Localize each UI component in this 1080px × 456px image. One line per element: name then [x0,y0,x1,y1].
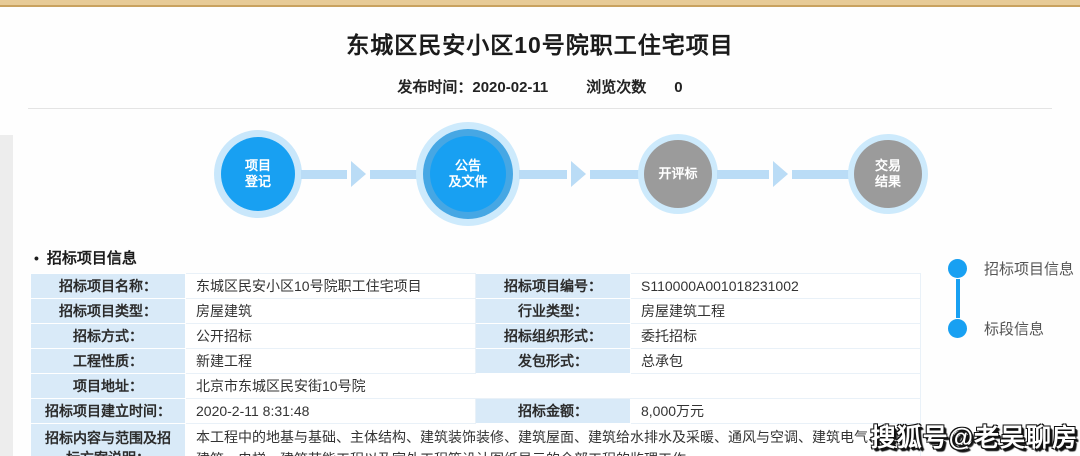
cell-label: 招标项目建立时间： [31,399,186,424]
cell-value: 东城区民安小区10号院职工住宅项目 [186,274,476,299]
cell-label: 招标方式： [31,324,186,349]
anchor-nav: 招标项目信息 标段信息 [948,258,1078,339]
table-row: 招标项目建立时间： 2020-2-11 8:31:48 招标金额： 8,000万… [31,399,921,424]
flow-step-announcement-documents[interactable]: 公告 及文件 [416,122,520,226]
flow-arrow-icon [301,161,418,187]
cell-value: 本工程中的地基与基础、主体结构、建筑装饰装修、建筑屋面、建筑给水排水及采暖、通风… [186,424,921,456]
flow-step-project-registration[interactable]: 项目 登记 [214,130,302,218]
table-row: 项目地址： 北京市东城区民安街10号院 [31,374,921,399]
cell-value: 2020-2-11 8:31:48 [186,399,476,424]
cell-label: 工程性质： [31,349,186,374]
cell-value: 房屋建筑工程 [631,299,921,324]
publish-time-label: 发布时间： [397,79,472,96]
flow-step-label: 开评标 [658,166,697,182]
process-flow: 项目 登记 公告 及文件 开评标 [0,109,1080,239]
tender-project-info-table: 招标项目名称： 东城区民安小区10号院职工住宅项目 招标项目编号： S11000… [30,273,921,456]
flow-step-label: 公告 [455,158,481,174]
anchor-label: 招标项目信息 [984,258,1074,279]
views-count: 0 [674,79,682,96]
flow-step-transaction-result[interactable]: 交易 结果 [848,134,928,214]
cell-label: 招标项目类型： [31,299,186,324]
cell-label: 发包形式： [476,349,631,374]
anchor-dot-icon [948,259,967,278]
flow-arrow-icon [519,161,639,187]
cell-label: 招标组织形式： [476,324,631,349]
top-gold-bar [0,0,1080,7]
table-row: 招标项目名称： 东城区民安小区10号院职工住宅项目 招标项目编号： S11000… [31,274,921,299]
anchor-item-tender-project-info[interactable]: 招标项目信息 [948,258,1078,279]
table-row: 招标项目类型： 房屋建筑 行业类型： 房屋建筑工程 [31,299,921,324]
flow-step-label: 及文件 [448,174,487,190]
anchor-item-section-info[interactable]: 标段信息 [948,318,1078,339]
watermark-sohu-account: 搜狐号@老吴聊房 [871,418,1078,454]
anchor-connector-line [956,279,960,318]
cell-label: 项目地址： [31,374,186,399]
table-row: 工程性质： 新建工程 发包形式： 总承包 [31,349,921,374]
cell-label: 行业类型： [476,299,631,324]
table-row: 招标方式： 公开招标 招标组织形式： 委托招标 [31,324,921,349]
anchor-dot-icon [948,319,967,338]
flow-step-label: 项目 [245,158,271,174]
cell-value: 委托招标 [631,324,921,349]
views-label: 浏览次数 [586,79,646,96]
page-edge-strip [0,135,13,456]
cell-value: 房屋建筑 [186,299,476,324]
flow-step-label: 交易 [875,158,901,174]
flow-step-label: 结果 [875,174,901,190]
table-row: 招标内容与范围及招标方案说明： 本工程中的地基与基础、主体结构、建筑装饰装修、建… [31,424,921,456]
cell-label: 招标金额： [476,399,631,424]
cell-value: 北京市东城区民安街10号院 [186,374,921,399]
cell-value: 总承包 [631,349,921,374]
cell-value: 公开招标 [186,324,476,349]
cell-label: 招标内容与范围及招标方案说明： [31,424,186,456]
cell-label: 招标项目编号： [476,274,631,299]
publish-time-value: 2020-02-11 [472,79,548,96]
cell-label: 招标项目名称： [31,274,186,299]
flow-step-label: 登记 [245,174,271,190]
bullet-icon: • [34,250,39,266]
page-title: 东城区民安小区10号院职工住宅项目 [0,26,1080,60]
page: 东城区民安小区10号院职工住宅项目 发布时间：2020-02-11 浏览次数 0 项… [0,0,1080,456]
anchor-label: 标段信息 [984,318,1044,339]
publish-info-row: 发布时间：2020-02-11 浏览次数 0 [0,76,1080,97]
section-title: 招标项目信息 [47,250,137,267]
cell-value: S110000A001018231002 [631,274,921,299]
section-heading-tender-project-info: • 招标项目信息 [34,247,1080,268]
cell-value: 新建工程 [186,349,476,374]
flow-step-bid-opening-evaluation[interactable]: 开评标 [638,134,718,214]
flow-arrow-icon [717,161,849,187]
